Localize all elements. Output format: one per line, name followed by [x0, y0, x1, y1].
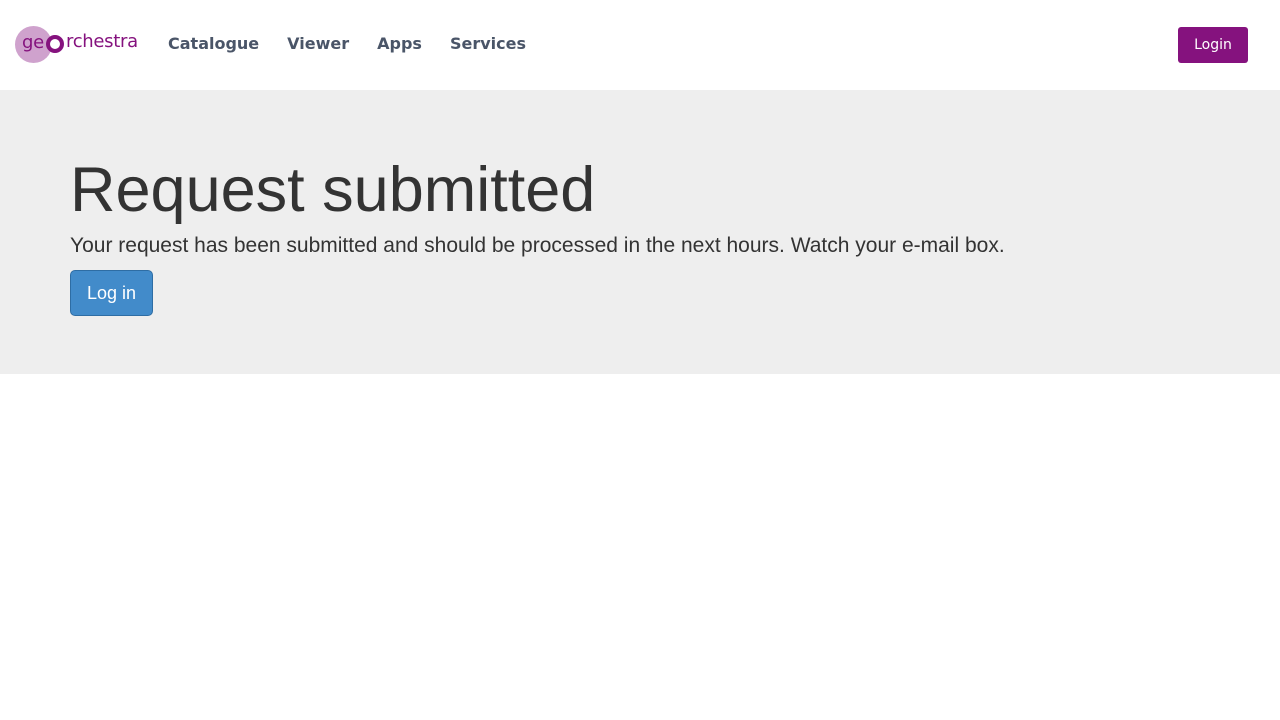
main-nav: Catalogue Viewer Apps Services [168, 33, 554, 55]
nav-item-services[interactable]: Services [450, 33, 526, 55]
logo-text-suffix: rchestra [66, 31, 138, 52]
log-in-button[interactable]: Log in [70, 270, 153, 316]
georchestra-logo[interactable]: ge rchestra [15, 26, 140, 64]
nav-item-catalogue[interactable]: Catalogue [168, 33, 259, 55]
logo-text-prefix: ge [22, 32, 44, 53]
nav-item-viewer[interactable]: Viewer [287, 33, 349, 55]
nav-item-apps[interactable]: Apps [377, 33, 422, 55]
confirmation-message: Your request has been submitted and shou… [70, 234, 1005, 257]
logo-ring-icon [46, 35, 64, 53]
page-title: Request submitted [70, 155, 596, 225]
request-submitted-panel: Request submitted Your request has been … [0, 90, 1280, 374]
header-login-button[interactable]: Login [1178, 27, 1248, 63]
top-header: ge rchestra Catalogue Viewer Apps Servic… [0, 0, 1280, 90]
